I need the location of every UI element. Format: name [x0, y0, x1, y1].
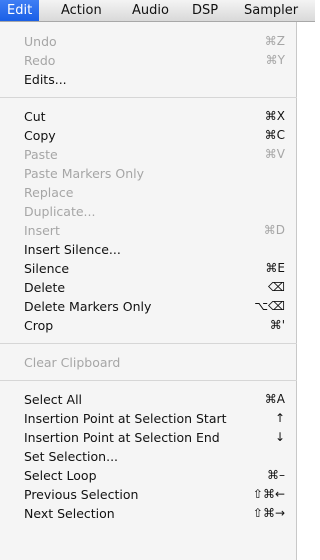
menu-item-select-loop[interactable]: Select Loop ⌘–: [0, 466, 297, 485]
menu-item-set-selection[interactable]: Set Selection...: [0, 447, 297, 466]
menu-item-shortcut: ⌘Z: [264, 34, 285, 48]
menubar-item-audio[interactable]: Audio: [125, 0, 176, 21]
menu-item-next-selection[interactable]: Next Selection ⇧⌘→: [0, 504, 297, 523]
menu-item-label: Undo: [24, 34, 57, 49]
menu-item-label: Clear Clipboard: [24, 355, 121, 370]
menu-item-shortcut: ⌘D: [263, 223, 285, 237]
menu-separator: [0, 97, 297, 98]
menu-item-label: Delete: [24, 280, 66, 295]
menu-item-insert-silence[interactable]: Insert Silence...: [0, 240, 297, 259]
menu-item-shortcut: ⌘–: [267, 468, 285, 482]
menubar-item-sampler[interactable]: Sampler: [237, 0, 305, 21]
menu-item-shortcut: ↓: [274, 430, 285, 444]
menu-item-label: Edits...: [24, 72, 67, 87]
menu-item-paste[interactable]: Paste ⌘V: [0, 145, 297, 164]
menu-item-label: Cut: [24, 109, 46, 124]
menu-item-label: Paste Markers Only: [24, 166, 145, 181]
menu-item-label: Crop: [24, 318, 54, 333]
menu-item-label: Copy: [24, 128, 56, 143]
menubar-item-edit[interactable]: Edit: [0, 0, 40, 21]
menu-item-shortcut: ⌘Y: [265, 53, 285, 67]
menu-item-label: Duplicate...: [24, 204, 96, 219]
menu-item-label: Select Loop: [24, 468, 97, 483]
menu-item-undo[interactable]: Undo ⌘Z: [0, 32, 297, 51]
menu-item-label: Redo: [24, 53, 56, 68]
menubar-item-dsp[interactable]: DSP: [185, 0, 225, 21]
menu-item-shortcut: ⌫: [268, 280, 285, 294]
menu-item-label: Delete Markers Only: [24, 299, 152, 314]
menu-item-label: Insert Silence...: [24, 242, 121, 257]
menu-item-shortcut: ⇧⌘←: [252, 487, 285, 501]
menu-item-crop[interactable]: Crop ⌘': [0, 316, 297, 335]
menu-item-shortcut: ⇧⌘→: [252, 506, 285, 520]
menu-item-previous-selection[interactable]: Previous Selection ⇧⌘←: [0, 485, 297, 504]
menu-item-clear-clipboard[interactable]: Clear Clipboard: [0, 353, 297, 372]
menu-item-label: Set Selection...: [24, 449, 119, 464]
menu-item-label: Insertion Point at Selection End: [24, 430, 220, 445]
menu-item-insertion-point-at-selection-end[interactable]: Insertion Point at Selection End ↓: [0, 428, 297, 447]
menu-item-shortcut: ⌘E: [265, 261, 285, 275]
menu-item-insertion-point-at-selection-start[interactable]: Insertion Point at Selection Start ↑: [0, 409, 297, 428]
menu-item-delete-markers-only[interactable]: Delete Markers Only ⌥⌫: [0, 297, 297, 316]
menu-item-select-all[interactable]: Select All ⌘A: [0, 390, 297, 409]
menu-item-insert[interactable]: Insert ⌘D: [0, 221, 297, 240]
menu-item-copy[interactable]: Copy ⌘C: [0, 126, 297, 145]
menu-item-replace[interactable]: Replace: [0, 183, 297, 202]
menu-item-label: Previous Selection: [24, 487, 139, 502]
menu-item-label: Silence: [24, 261, 70, 276]
menu-item-edits[interactable]: Edits...: [0, 70, 297, 89]
menu-item-silence[interactable]: Silence ⌘E: [0, 259, 297, 278]
menu-item-label: Next Selection: [24, 506, 115, 521]
menu-item-duplicate[interactable]: Duplicate...: [0, 202, 297, 221]
menu-item-shortcut: ⌘': [269, 318, 285, 332]
menu-separator: [0, 343, 297, 344]
menu-item-shortcut: ⌘C: [264, 128, 285, 142]
menu-item-shortcut: ⌘A: [264, 392, 285, 406]
menu-item-shortcut: ⌥⌫: [254, 299, 285, 313]
menu-item-label: Paste: [24, 147, 58, 162]
menu-item-shortcut: ↑: [274, 411, 285, 425]
menu-item-redo[interactable]: Redo ⌘Y: [0, 51, 297, 70]
menu-item-delete[interactable]: Delete ⌫: [0, 278, 297, 297]
menubar-item-action[interactable]: Action: [54, 0, 109, 21]
menu-item-label: Replace: [24, 185, 74, 200]
menu-item-shortcut: ⌘V: [264, 147, 285, 161]
menu-item-label: Insertion Point at Selection Start: [24, 411, 227, 426]
menu-bar: Edit Action Audio DSP Sampler: [0, 0, 315, 22]
menu-separator: [0, 380, 297, 381]
edit-menu-dropdown: Undo ⌘Z Redo ⌘Y Edits... Cut ⌘X Copy ⌘C Paste ⌘V Pa…: [0, 22, 297, 560]
menu-item-cut[interactable]: Cut ⌘X: [0, 107, 297, 126]
menu-item-paste-markers-only[interactable]: Paste Markers Only: [0, 164, 297, 183]
menu-item-label: Select All: [24, 392, 83, 407]
menu-item-shortcut: ⌘X: [264, 109, 285, 123]
menu-item-label: Insert: [24, 223, 60, 238]
